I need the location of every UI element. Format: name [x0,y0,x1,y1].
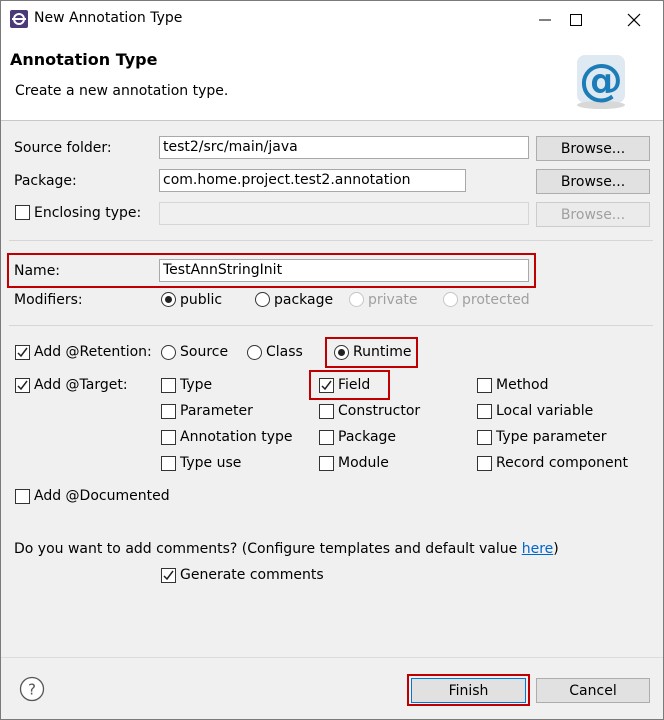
maximize-button[interactable] [553,1,599,38]
page-title: Annotation Type [10,50,158,69]
documented-label: Add @Documented [34,488,170,504]
target-record-component-checkbox[interactable] [477,456,492,471]
target-local-variable-label: Local variable [496,403,594,419]
divider [9,240,653,241]
name-field[interactable]: TestAnnStringInit [159,259,529,282]
modifiers-label: Modifiers: [14,292,83,308]
target-type-use-checkbox[interactable] [161,456,176,471]
dialog-header: Annotation Type Create a new annotation … [1,38,663,121]
help-icon[interactable]: ? [19,676,45,702]
close-window-button[interactable] [611,1,657,38]
target-record-component-label: Record component [496,455,629,471]
modifier-private-label: private [368,292,418,308]
target-method-label: Method [496,377,549,393]
target-type-parameter-checkbox[interactable] [477,430,492,445]
enclosing-type-field[interactable] [159,202,529,225]
package-field[interactable]: com.home.project.test2.annotation [159,169,466,192]
name-label: Name: [14,263,61,279]
package-browse-button[interactable]: Browse... [536,169,650,194]
target-parameter-label: Parameter [180,403,253,419]
retention-class-label: Class [266,344,303,360]
generate-comments-checkbox[interactable] [161,568,176,583]
page-subtitle: Create a new annotation type. [15,83,229,99]
modifier-public-label: public [180,292,223,308]
target-local-variable-checkbox[interactable] [477,404,492,419]
checkmark-icon [163,570,174,581]
modifier-protected-label: protected [462,292,530,308]
enclosing-type-browse-button[interactable]: Browse... [536,202,650,227]
maximize-icon [570,13,582,26]
source-folder-field[interactable]: test2/src/main/java [159,136,529,159]
modifier-package-label: package [274,292,334,308]
target-type-parameter-label: Type parameter [496,429,607,445]
target-label: Add @Target: [34,377,128,393]
package-label: Package: [14,173,77,189]
retention-runtime-label: Runtime [353,344,412,360]
target-annotation-type-label: Annotation type [180,429,293,445]
modifier-private-radio[interactable] [349,292,364,307]
retention-runtime-radio[interactable] [334,345,349,360]
source-folder-label: Source folder: [14,140,112,156]
modifier-public-radio[interactable] [161,292,176,307]
checkmark-icon [17,380,28,391]
checkmark-icon [17,347,28,358]
finish-button[interactable]: Finish [411,678,526,703]
target-field-label: Field [338,377,371,393]
divider [9,325,653,326]
enclosing-type-label: Enclosing type: [34,205,142,221]
checkmark-icon [321,380,332,391]
target-checkbox[interactable] [15,378,30,393]
target-package-label: Package [338,429,397,445]
target-module-checkbox[interactable] [319,456,334,471]
retention-source-radio[interactable] [161,345,176,360]
dialog-window: New Annotation Type Annotation Type Crea… [0,0,664,720]
svg-text:@: @ [579,55,623,106]
retention-source-label: Source [180,344,229,360]
generate-comments-label: Generate comments [180,567,324,583]
target-module-label: Module [338,455,389,471]
target-annotation-type-checkbox[interactable] [161,430,176,445]
target-type-label: Type [180,377,213,393]
modifier-package-radio[interactable] [255,292,270,307]
target-type-checkbox[interactable] [161,378,176,393]
target-constructor-checkbox[interactable] [319,404,334,419]
configure-templates-link[interactable]: here [522,541,554,557]
comments-question-close: ) [553,541,559,557]
source-folder-browse-button[interactable]: Browse... [536,136,650,161]
target-field-checkbox[interactable] [319,378,334,393]
enclosing-type-checkbox[interactable] [15,205,30,220]
minimize-icon [539,19,551,20]
target-constructor-label: Constructor [338,403,421,419]
target-package-checkbox[interactable] [319,430,334,445]
footer-divider [1,657,663,658]
eclipse-icon [10,10,28,28]
retention-checkbox[interactable] [15,345,30,360]
close-icon [627,13,641,26]
retention-label: Add @Retention: [34,344,152,360]
title-bar: New Annotation Type [1,1,663,38]
retention-class-radio[interactable] [247,345,262,360]
target-method-checkbox[interactable] [477,378,492,393]
cancel-button[interactable]: Cancel [536,678,650,703]
annotation-at-icon: @ [577,55,625,109]
comments-question-text: Do you want to add comments? (Configure … [14,541,522,557]
target-parameter-checkbox[interactable] [161,404,176,419]
documented-checkbox[interactable] [15,489,30,504]
window-title: New Annotation Type [34,10,183,26]
svg-text:?: ? [28,681,36,699]
comments-question: Do you want to add comments? (Configure … [14,541,559,557]
modifier-protected-radio[interactable] [443,292,458,307]
target-type-use-label: Type use [180,455,242,471]
